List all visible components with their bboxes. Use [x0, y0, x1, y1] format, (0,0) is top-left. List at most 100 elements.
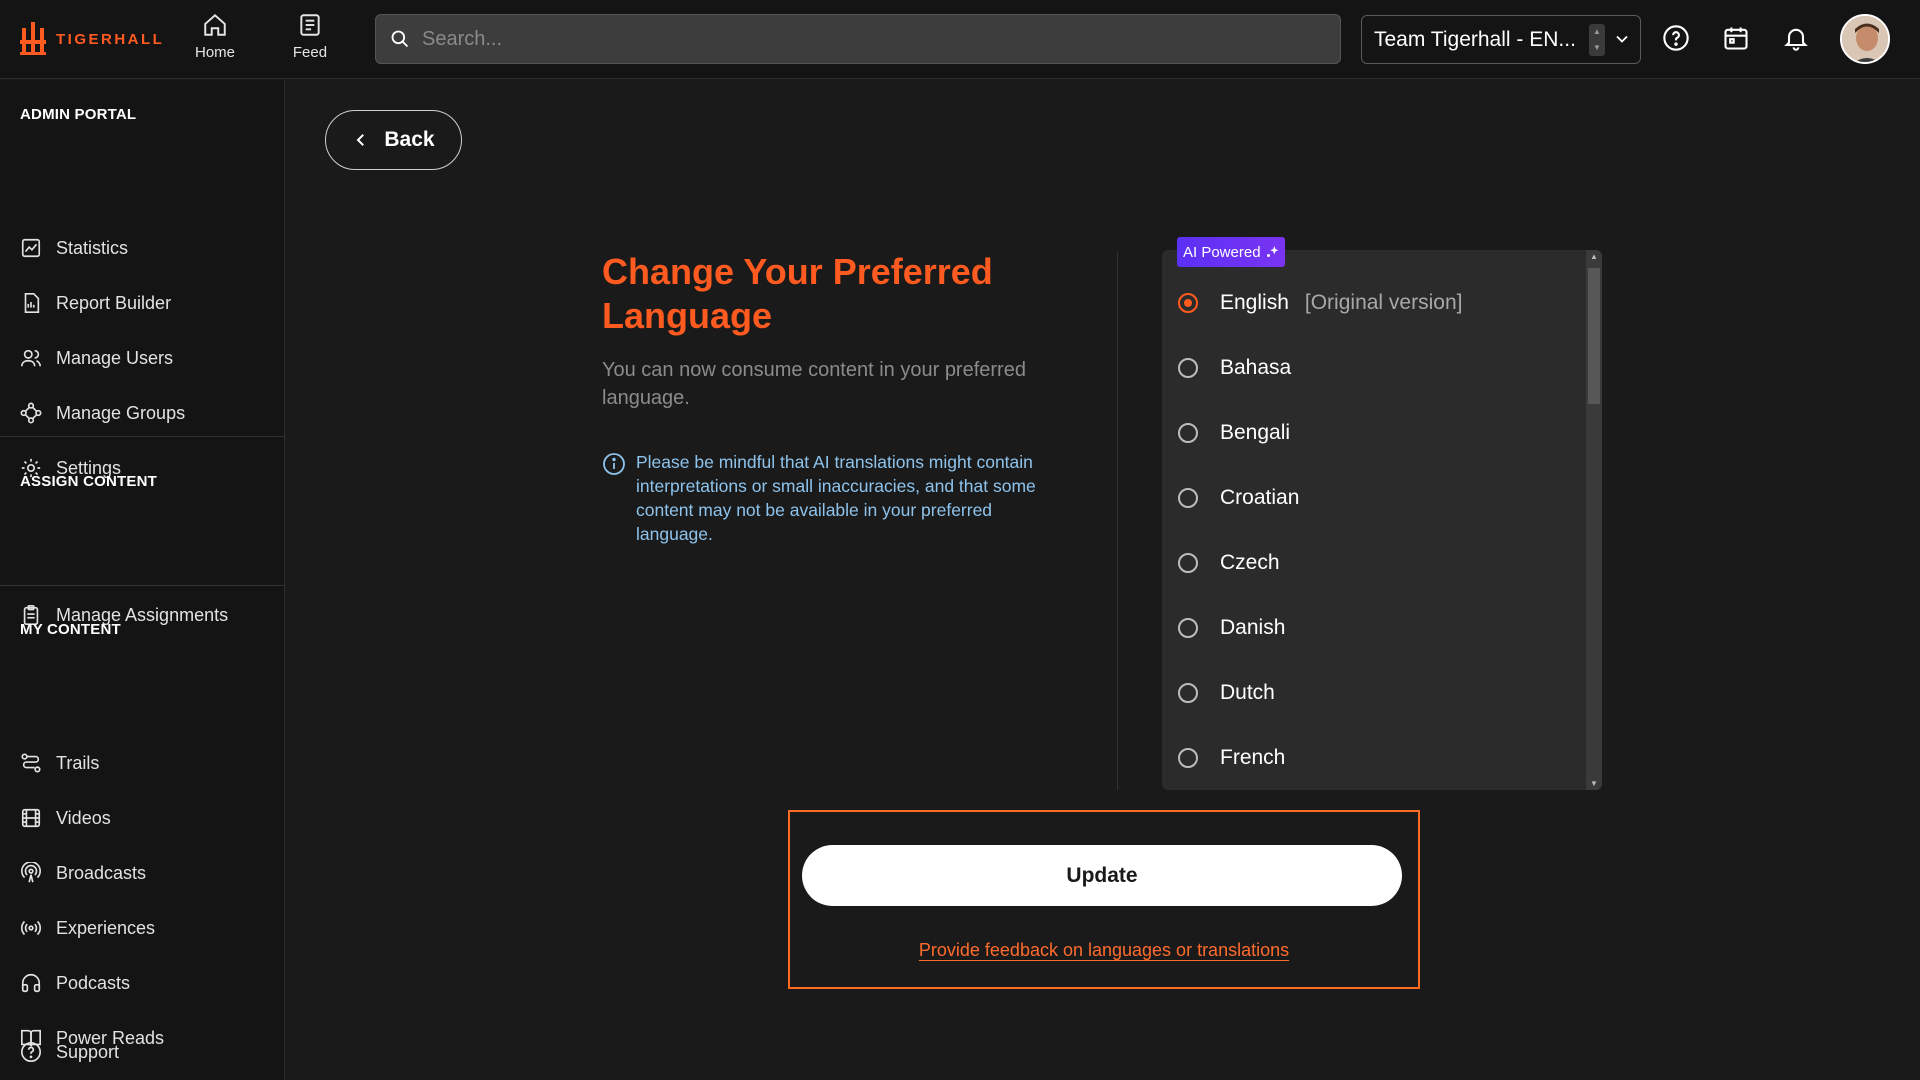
language-list[interactable]: English [Original version] Bahasa Bengal…	[1162, 250, 1602, 790]
my-content-title: MY CONTENT	[20, 621, 121, 638]
language-name: Czech	[1220, 551, 1280, 574]
language-option-czech[interactable]: Czech	[1178, 543, 1280, 583]
info-icon	[603, 453, 625, 475]
scroll-down-arrow[interactable]: ▼	[1589, 779, 1599, 788]
info-notice: Please be mindful that AI translations m…	[602, 450, 1072, 546]
sidebar-item-manage-groups[interactable]: Manage Groups	[20, 398, 185, 428]
nav-home-label: Home	[194, 44, 235, 61]
admin-portal-title: ADMIN PORTAL	[20, 106, 137, 123]
sidebar-item-label: Podcasts	[56, 972, 131, 993]
sidebar-item-videos[interactable]: Videos	[20, 803, 111, 833]
language-name: French	[1220, 746, 1286, 769]
language-name: English	[1220, 291, 1289, 314]
tigerhall-logo-icon	[20, 22, 46, 55]
language-option-french[interactable]: French	[1178, 738, 1285, 778]
language-name: Croatian	[1220, 486, 1300, 509]
update-button[interactable]: Update	[802, 845, 1402, 906]
search-bar[interactable]	[375, 14, 1341, 64]
sidebar-item-broadcasts[interactable]: Broadcasts	[20, 858, 146, 888]
sidebar-divider	[0, 585, 285, 586]
help-circle-icon	[21, 1042, 41, 1062]
sidebar-item-label: Manage Users	[56, 347, 174, 368]
film-icon	[21, 808, 41, 828]
groups-icon	[20, 402, 42, 424]
team-selector[interactable]: Team Tigerhall - EN... ▲ ▼	[1361, 15, 1641, 64]
sidebar-item-label: Statistics	[56, 237, 129, 258]
sidebar: ADMIN PORTAL Statistics Report Builder M…	[0, 80, 285, 1080]
avatar-image	[1842, 16, 1888, 62]
feed-icon	[300, 14, 320, 36]
calendar-icon[interactable]	[1722, 24, 1750, 52]
radio-button[interactable]	[1178, 488, 1198, 508]
scrollbar-thumb[interactable]	[1588, 268, 1600, 404]
radio-button[interactable]	[1178, 618, 1198, 638]
sidebar-item-experiences[interactable]: Experiences	[20, 913, 155, 943]
sidebar-item-label: Manage Groups	[56, 402, 186, 423]
chevron-down-icon	[1616, 35, 1628, 43]
nav-home[interactable]: Home	[180, 12, 250, 61]
bell-icon[interactable]	[1782, 24, 1810, 52]
language-option-bengali[interactable]: Bengali	[1178, 413, 1290, 453]
brand-name: TIGERHALL	[56, 30, 165, 48]
page-subtitle: You can now consume content in your pref…	[602, 359, 1026, 409]
language-name: Bengali	[1220, 421, 1291, 444]
sidebar-item-label: Experiences	[56, 917, 156, 938]
language-name: Bahasa	[1220, 356, 1292, 379]
feedback-link[interactable]: Provide feedback on languages or transla…	[788, 940, 1420, 961]
sidebar-item-report-builder[interactable]: Report Builder	[20, 288, 171, 318]
language-option-english[interactable]: English [Original version]	[1178, 283, 1462, 323]
vertical-divider	[1117, 252, 1118, 790]
original-version-note: [Original version]	[1304, 291, 1463, 314]
radio-selected[interactable]	[1178, 293, 1198, 313]
language-option-dutch[interactable]: Dutch	[1178, 673, 1275, 713]
ai-powered-badge: AI Powered	[1177, 237, 1285, 267]
sidebar-item-label: Support	[56, 1041, 120, 1062]
ai-badge-label: AI Powered	[1183, 243, 1261, 261]
language-option-danish[interactable]: Danish	[1178, 608, 1285, 648]
help-icon[interactable]	[1662, 24, 1690, 52]
language-option-croatian[interactable]: Croatian	[1178, 478, 1299, 518]
broadcast-icon	[21, 862, 41, 883]
language-option-bahasa[interactable]: Bahasa	[1178, 348, 1291, 388]
sidebar-item-label: Trails	[56, 752, 100, 773]
team-selector-spinner[interactable]: ▲ ▼	[1589, 24, 1605, 56]
radio-button[interactable]	[1178, 553, 1198, 573]
report-icon	[24, 293, 40, 313]
sidebar-item-manage-users[interactable]: Manage Users	[20, 343, 173, 373]
scroll-up-arrow[interactable]: ▲	[1589, 252, 1599, 261]
chevron-left-icon	[357, 134, 365, 146]
top-bar: TIGERHALL Home Feed Team Tigerhall - EN.…	[0, 0, 1920, 79]
user-avatar[interactable]	[1840, 14, 1890, 64]
back-button-label: Back	[384, 128, 435, 151]
radio-button[interactable]	[1178, 423, 1198, 443]
sidebar-divider	[0, 436, 285, 437]
sidebar-item-support[interactable]: Support	[20, 1037, 119, 1067]
sparkle-icon	[1266, 246, 1278, 257]
sidebar-item-label: Videos	[56, 807, 111, 828]
search-icon	[391, 30, 409, 48]
radio-button[interactable]	[1178, 748, 1198, 768]
info-text: Please be mindful that AI translations m…	[636, 452, 1036, 544]
sidebar-item-label: Report Builder	[56, 292, 172, 313]
nav-feed-label: Feed	[292, 44, 328, 61]
search-input[interactable]	[422, 27, 1322, 51]
sidebar-item-podcasts[interactable]: Podcasts	[20, 968, 130, 998]
chart-icon	[21, 238, 41, 258]
experiences-icon	[20, 920, 42, 936]
tigerhall-logo[interactable]: TIGERHALL	[20, 22, 164, 56]
trails-icon	[21, 753, 41, 773]
radio-button[interactable]	[1178, 358, 1198, 378]
scrollbar[interactable]: ▲ ▼	[1586, 250, 1602, 790]
language-name: Danish	[1220, 616, 1286, 639]
nav-feed[interactable]: Feed	[275, 12, 345, 61]
radio-button[interactable]	[1178, 683, 1198, 703]
sidebar-item-statistics[interactable]: Statistics	[20, 233, 128, 263]
team-selector-value: Team Tigerhall - EN...	[1374, 27, 1576, 51]
users-icon	[21, 349, 41, 367]
back-button[interactable]: Back	[325, 110, 462, 170]
headphones-icon	[21, 974, 41, 993]
sidebar-item-label: Broadcasts	[56, 862, 147, 883]
page-title: Change Your Preferred Language	[602, 251, 993, 336]
language-name: Dutch	[1220, 681, 1275, 704]
sidebar-item-trails[interactable]: Trails	[20, 748, 99, 778]
